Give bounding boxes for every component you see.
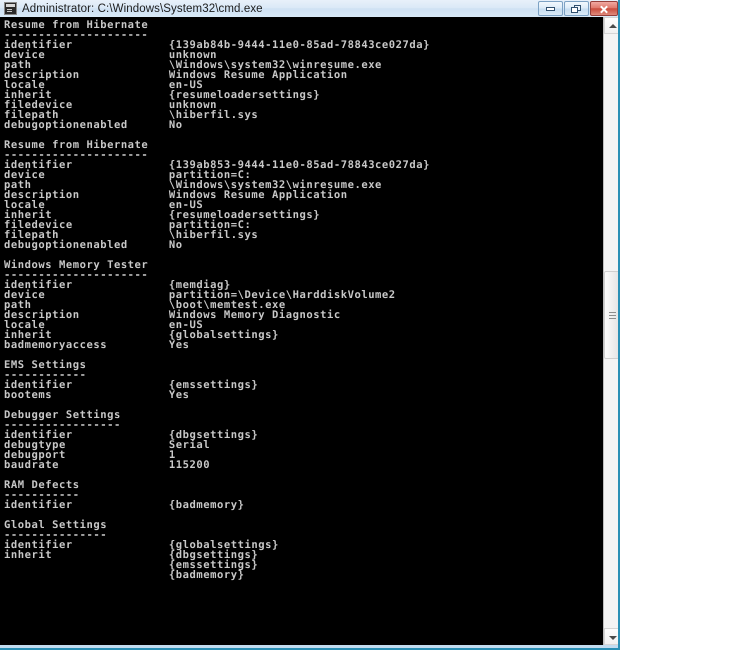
minimize-button[interactable] bbox=[538, 1, 563, 16]
scroll-down-arrow-icon[interactable] bbox=[604, 628, 618, 645]
restore-button[interactable] bbox=[564, 1, 589, 16]
cmd-window: Administrator: C:\Windows\System32\cmd.e… bbox=[0, 0, 620, 650]
window-titlebar[interactable]: Administrator: C:\Windows\System32\cmd.e… bbox=[0, 0, 618, 17]
cmd-console-icon bbox=[4, 2, 17, 15]
console-text: Resume from Hibernate ------------------… bbox=[4, 19, 431, 581]
close-button[interactable] bbox=[590, 1, 618, 16]
scrollbar-thumb[interactable] bbox=[604, 271, 618, 359]
scroll-up-arrow-icon[interactable] bbox=[604, 17, 618, 34]
console-scrollbar[interactable] bbox=[603, 17, 618, 645]
window-title: Administrator: C:\Windows\System32\cmd.e… bbox=[22, 2, 263, 15]
window-controls bbox=[538, 1, 618, 16]
scrollbar-track[interactable] bbox=[604, 34, 618, 628]
console-output-area[interactable]: Resume from Hibernate ------------------… bbox=[0, 17, 603, 645]
